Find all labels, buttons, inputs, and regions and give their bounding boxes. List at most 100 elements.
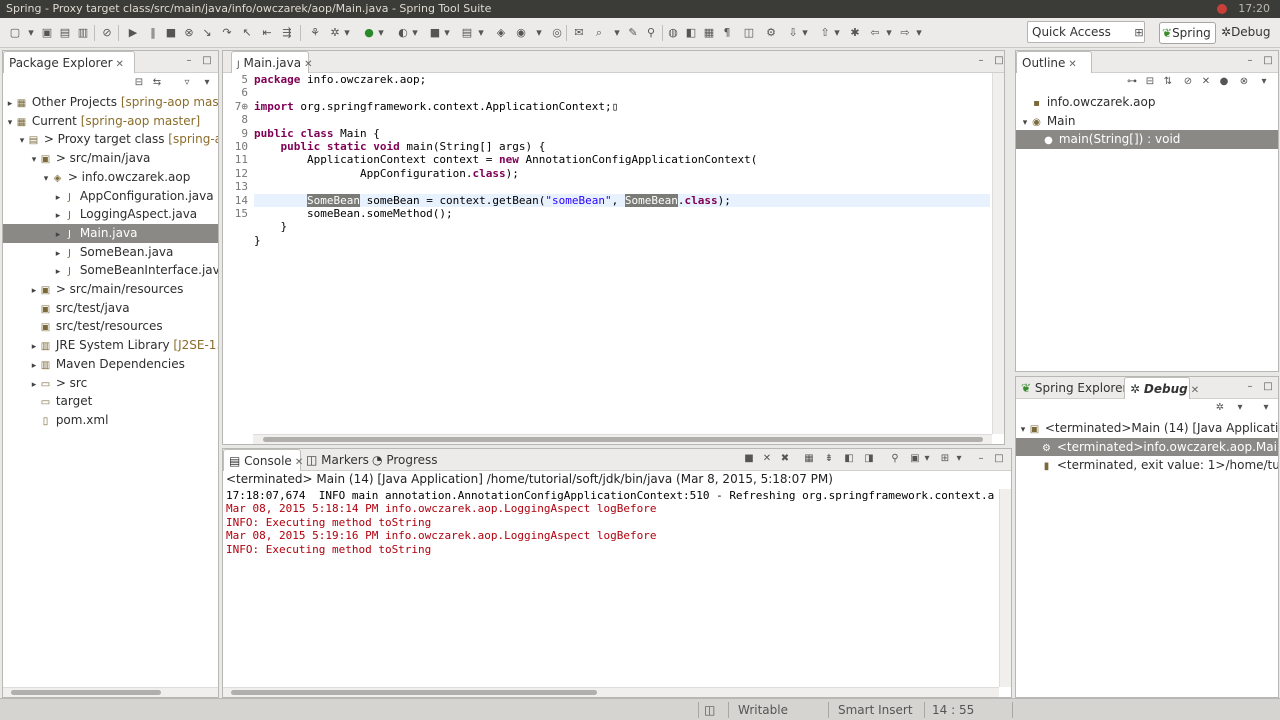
step-return-icon[interactable]: ↖ (240, 26, 254, 40)
coverage-dropdown-icon[interactable]: ▾ (408, 26, 422, 40)
open-perspective-icon[interactable]: ⊞ (1132, 26, 1146, 40)
code-line[interactable]: } (254, 220, 990, 233)
tab-main-java[interactable]: J Main.java ✕ (231, 51, 312, 73)
collapsed-arrow-icon[interactable]: ▸ (53, 207, 63, 224)
link-with-editor-icon[interactable]: ⇆ (151, 77, 163, 88)
remove-terminated-icon[interactable]: ✲ (1214, 402, 1226, 413)
collapsed-arrow-icon[interactable]: ▸ (29, 282, 39, 299)
tab-markers[interactable]: ◫ Markers (301, 449, 369, 471)
expanded-arrow-icon[interactable]: ▾ (1020, 114, 1030, 131)
tree-row[interactable]: ▸ ▥ Maven Dependencies (3, 355, 218, 374)
expanded-arrow-icon[interactable]: ▾ (1018, 421, 1028, 438)
view-menu-icon[interactable]: ▿ (181, 77, 193, 88)
toggle-mark-icon[interactable]: ✎ (626, 26, 640, 40)
search-icon[interactable]: ⌕ (592, 26, 606, 40)
display-console-dropdown-icon[interactable]: ▾ (921, 453, 933, 464)
new-class-dropdown-icon[interactable]: ▾ (532, 26, 546, 40)
collapsed-arrow-icon[interactable]: ▸ (53, 245, 63, 262)
remove-launch-icon[interactable]: ✕ (761, 453, 773, 464)
disconnect-icon[interactable]: ⊗ (182, 26, 196, 40)
perspective-spring-button[interactable]: ❦Spring (1159, 22, 1216, 44)
tree-row[interactable]: ● main(String[]) : void (1016, 130, 1278, 150)
last-edit-icon[interactable]: ✱ (848, 26, 862, 40)
spring-boot-icon[interactable]: ⚘ (308, 26, 322, 40)
tab-package-explorer[interactable]: Package Explorer ✕ (3, 51, 135, 73)
minimize-icon[interactable]: – (183, 55, 195, 66)
view-menu-dropdown-icon[interactable]: ▾ (201, 77, 213, 88)
sort-icon[interactable]: ⇅ (1162, 76, 1174, 87)
code-line[interactable]: package info.owczarek.aop; (254, 73, 990, 86)
code-line[interactable] (254, 113, 990, 126)
show-stderr-icon[interactable]: ◨ (863, 453, 875, 464)
scroll-thumb[interactable] (263, 437, 983, 442)
pin-console-icon[interactable]: ⚲ (889, 453, 901, 464)
view-menu-icon[interactable]: ▾ (1258, 76, 1270, 87)
editor-vscroll[interactable] (992, 73, 1004, 434)
remove-all-terminated-icon[interactable]: ✖ (779, 453, 791, 464)
minimize-icon[interactable]: – (1244, 55, 1256, 66)
annotation-icon[interactable]: ◫ (742, 26, 756, 40)
tree-row[interactable]: ▸ J SomeBeanInterface.java (3, 261, 218, 280)
open-task-icon[interactable]: ✉ (572, 26, 586, 40)
expanded-arrow-icon[interactable]: ▾ (29, 151, 39, 168)
save-all-icon[interactable]: ▤ (58, 26, 72, 40)
tree-row[interactable]: ▯ pom.xml (3, 411, 218, 430)
tree-row[interactable]: ▣ src/test/java (3, 299, 218, 318)
editor-hscroll[interactable] (253, 434, 992, 444)
open-console-icon[interactable]: ⊞ (939, 453, 951, 464)
view-menu-icon[interactable]: ▾ (1260, 402, 1272, 413)
expanded-arrow-icon[interactable]: ▾ (41, 170, 51, 187)
step-over-icon[interactable]: ↷ (220, 26, 234, 40)
dropdown-icon[interactable]: ▾ (24, 26, 38, 40)
tree-row[interactable]: ▾▤ > Proxy target class [spring-aop m (3, 130, 218, 149)
scroll-thumb[interactable] (231, 690, 597, 695)
tab-spring-explorer[interactable]: ❦ Spring Explorer (1016, 377, 1127, 399)
debug-view-icon[interactable]: ⚙ (764, 26, 778, 40)
code-text[interactable]: package info.owczarek.aop; import org.spr… (254, 73, 990, 434)
drop-to-frame-icon[interactable]: ⇤ (260, 26, 274, 40)
tree-row[interactable]: ▸▦ Other Projects [spring-aop master] (3, 93, 218, 112)
notification-icon[interactable]: ◫ (704, 702, 715, 718)
highlight-icon[interactable]: ◍ (666, 26, 680, 40)
perspective-debug-button[interactable]: ✲Debug (1219, 22, 1279, 44)
close-icon[interactable]: ✕ (304, 59, 312, 70)
close-icon[interactable]: ✕ (116, 59, 124, 70)
code-line[interactable]: import org.springframework.context.Appli… (254, 100, 990, 113)
tab-debug[interactable]: ✲ Debug ✕ (1124, 377, 1199, 399)
new-java-project-icon[interactable]: ▤ (460, 26, 474, 40)
collapsed-arrow-icon[interactable]: ▸ (29, 357, 39, 374)
clear-console-icon[interactable]: ▦ (803, 453, 815, 464)
previous-annotation-dropdown-icon[interactable]: ▾ (830, 26, 844, 40)
code-line[interactable] (254, 180, 990, 193)
tree-row[interactable]: ▪ info.owczarek.aop (1016, 93, 1278, 112)
collapsed-arrow-icon[interactable]: ▸ (5, 95, 15, 112)
external-tools-dropdown-icon[interactable]: ▾ (440, 26, 454, 40)
tab-outline[interactable]: Outline ✕ (1016, 51, 1092, 73)
close-icon[interactable]: ✕ (1191, 385, 1199, 396)
resume-icon[interactable]: ▶ (126, 26, 140, 40)
tree-row[interactable]: ▸ J Main.java (3, 223, 218, 243)
focus-icon[interactable]: ⊶ (1126, 76, 1138, 87)
tree-row[interactable]: ▾ ◈ > info.owczarek.aop (3, 168, 218, 187)
terminate-icon[interactable]: ■ (743, 453, 755, 464)
new-class-icon[interactable]: ◉ (514, 26, 528, 40)
scroll-lock-icon[interactable]: ⇟ (823, 453, 835, 464)
tree-row[interactable]: ▸ J LoggingAspect.java (3, 205, 218, 224)
collapsed-arrow-icon[interactable]: ▸ (29, 338, 39, 355)
maximize-icon[interactable]: □ (993, 453, 1005, 464)
collapsed-arrow-icon[interactable]: ▸ (53, 263, 63, 280)
open-type-icon[interactable]: ◎ (550, 26, 564, 40)
code-line[interactable]: AppConfiguration.class); (254, 167, 990, 180)
tree-row[interactable]: ▾ ▦ Current [spring-aop master] (3, 112, 218, 131)
code-line[interactable] (254, 86, 990, 99)
collapse-all-icon[interactable]: ⊟ (1144, 76, 1156, 87)
tree-row[interactable]: ▣ src/test/resources (3, 317, 218, 336)
tree-row[interactable]: ▾ ▣ > src/main/java (3, 149, 218, 168)
hide-static-icon[interactable]: ✕ (1200, 76, 1212, 87)
hide-nonpublic-icon[interactable]: ● (1218, 76, 1230, 87)
code-line[interactable]: } (254, 234, 990, 247)
view-dropdown-icon[interactable]: ▾ (1234, 402, 1246, 413)
step-into-icon[interactable]: ↘ (200, 26, 214, 40)
quick-access-input[interactable]: Quick Access (1027, 21, 1145, 43)
use-step-filters-icon[interactable]: ⇶ (280, 26, 294, 40)
